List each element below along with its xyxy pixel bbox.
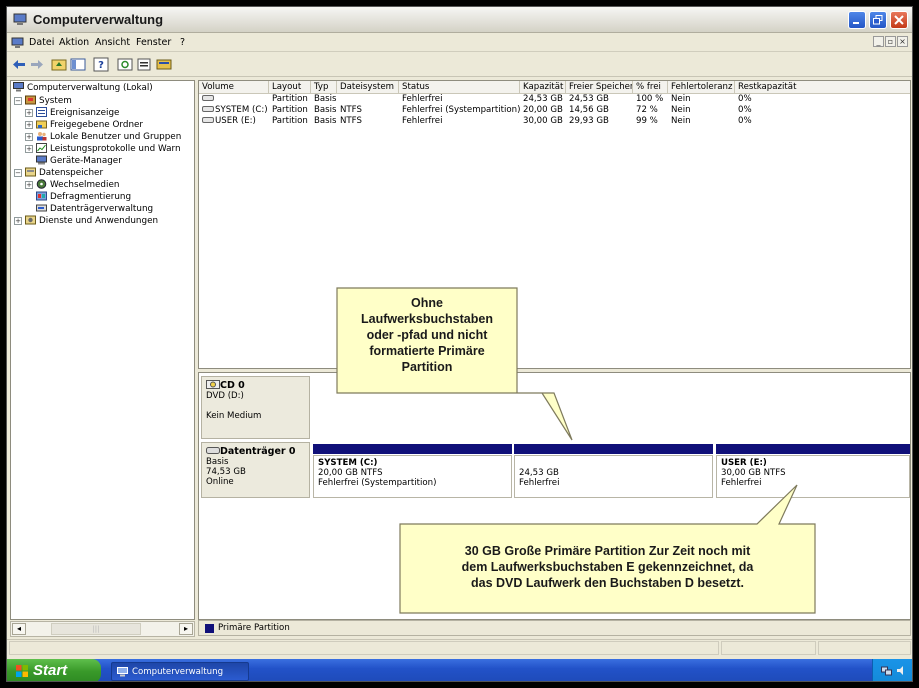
- callout-top-line: oder -pfad und nicht: [366, 328, 488, 342]
- callout-top: Ohne Laufwerksbuchstaben oder -pfad und …: [341, 295, 513, 375]
- app-window: Computerverwaltung Datei Aktion Ansicht …: [6, 6, 913, 682]
- callout-bottom: 30 GB Große Primäre Partition Zur Zeit n…: [404, 543, 811, 591]
- callout-top-line: Partition: [401, 360, 453, 374]
- callout-bottom-line: das DVD Laufwerk den Buchstaben D besetz…: [471, 576, 744, 590]
- callout-top-line: formatierte Primäre: [369, 344, 485, 358]
- callout-bottom-line: 30 GB Große Primäre Partition Zur Zeit n…: [464, 544, 751, 558]
- callout-top-line: Ohne: [411, 296, 443, 310]
- callout-bottom-line: dem Laufwerksbuchstaben E gekennzeichnet…: [461, 560, 754, 574]
- screenshot-frame: Computerverwaltung Datei Aktion Ansicht …: [0, 0, 919, 688]
- callout-top-line: Laufwerksbuchstaben: [361, 312, 493, 326]
